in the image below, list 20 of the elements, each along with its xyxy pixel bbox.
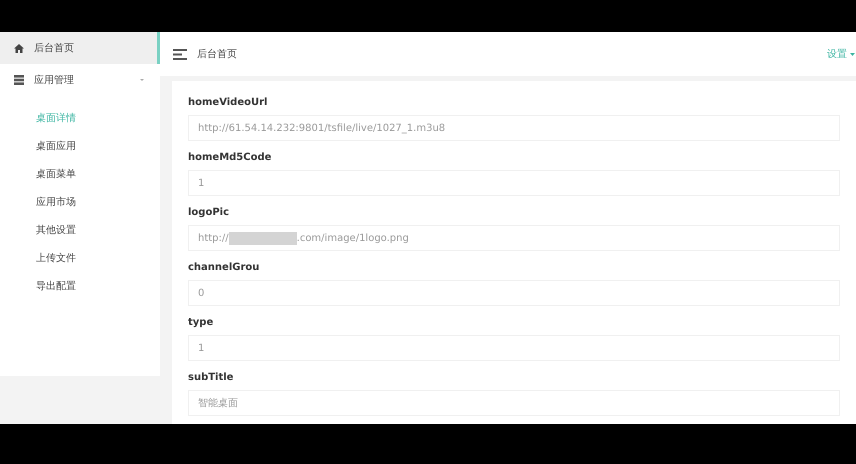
menu-icon[interactable] xyxy=(173,48,187,60)
field-label: logoPic xyxy=(188,206,230,220)
sidebar-subitem[interactable]: 导出配置 xyxy=(0,272,160,300)
field-label: channelGrou xyxy=(188,261,260,275)
caret-icon xyxy=(850,52,855,56)
sidebar-subitem[interactable]: 上传文件 xyxy=(0,244,160,272)
field-label: homeMd5Code xyxy=(188,151,272,165)
list-icon xyxy=(14,75,24,85)
sidebar-subitem[interactable]: 应用市场 xyxy=(0,188,160,216)
field-label: subTitle xyxy=(188,371,234,385)
redaction-mark xyxy=(228,232,297,244)
field-label: type xyxy=(188,316,214,330)
sidebar-item[interactable]: 应用管理 xyxy=(0,64,160,96)
sidebar-item[interactable]: 后台首页 xyxy=(0,32,160,64)
sidebar-subitem[interactable]: 桌面应用 xyxy=(0,132,160,160)
page-title: 后台首页 xyxy=(197,48,237,62)
home-icon xyxy=(14,44,24,52)
sidebar-subitem[interactable]: 桌面菜单 xyxy=(0,160,160,188)
field-label: homeVideoUrl xyxy=(188,96,268,110)
sidebar-subitem[interactable]: 其他设置 xyxy=(0,216,160,244)
